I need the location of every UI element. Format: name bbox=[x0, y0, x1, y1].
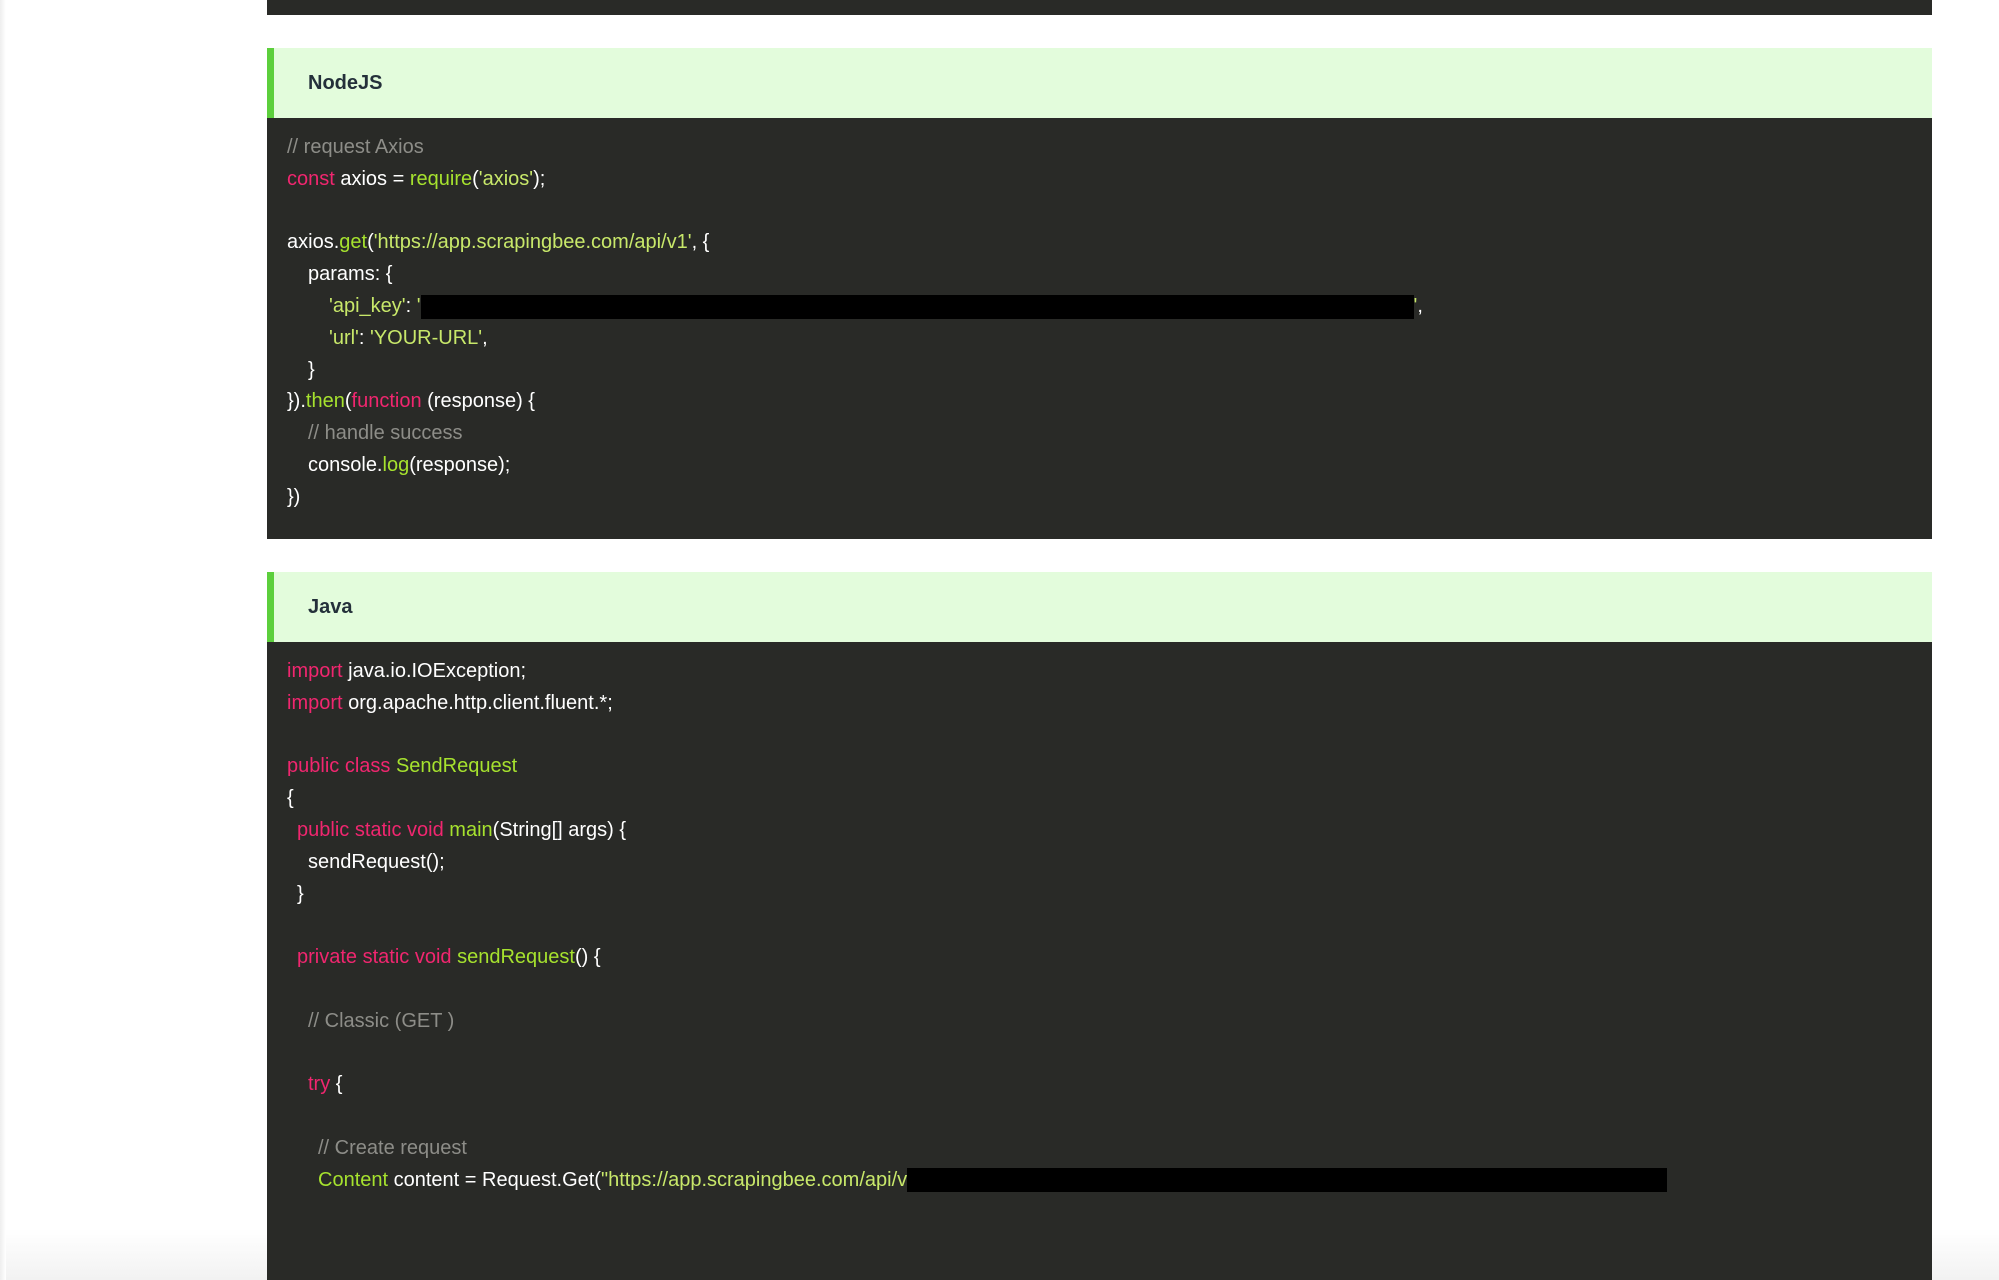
code-line: public static void main(String[] args) { bbox=[287, 815, 1932, 847]
code-function: SendRequest bbox=[390, 755, 518, 778]
code-function: require bbox=[409, 167, 473, 190]
code-text: (String[] args) { bbox=[492, 818, 627, 841]
code-function: main bbox=[443, 818, 493, 841]
code-function: log bbox=[382, 453, 410, 476]
code-text: , { bbox=[691, 231, 710, 254]
code-line: try { bbox=[287, 1069, 1932, 1101]
code-text: ( bbox=[344, 390, 352, 413]
code-text: axios. bbox=[287, 231, 340, 254]
code-text: java.io.IOException; bbox=[342, 660, 527, 682]
code-line: import java.io.IOException; bbox=[287, 656, 1932, 688]
nodejs-block-title: NodeJS bbox=[308, 72, 383, 94]
code-keyword: function bbox=[351, 390, 422, 413]
previous-code-block-bottom bbox=[267, 0, 1932, 15]
code-line: Content content = Request.Get("https://a… bbox=[287, 1165, 1932, 1197]
code-string: 'url' bbox=[329, 326, 359, 349]
code-function: Content bbox=[318, 1168, 389, 1191]
code-text: : bbox=[405, 294, 417, 317]
java-block-title: Java bbox=[308, 596, 353, 618]
code-function: get bbox=[339, 231, 368, 254]
code-text: { bbox=[330, 1073, 343, 1096]
code-string: "https://app.scrapingbee.com/api/v bbox=[600, 1168, 908, 1191]
code-text: ( bbox=[367, 231, 374, 254]
code-comment: // Classic (GET ) bbox=[308, 1009, 455, 1032]
code-text: sendRequest(); bbox=[308, 850, 445, 873]
left-edge-shadow bbox=[0, 0, 6, 1280]
code-line: 'url': 'YOUR-URL', bbox=[287, 323, 1932, 355]
code-text: console. bbox=[308, 453, 383, 476]
code-text: } bbox=[297, 882, 304, 905]
code-text: , bbox=[482, 326, 488, 349]
nodejs-code-block[interactable]: // request Axios const axios = require('… bbox=[267, 118, 1932, 539]
code-keyword: private static void bbox=[297, 946, 452, 969]
code-keyword: const bbox=[287, 167, 335, 190]
code-text: } bbox=[308, 358, 315, 381]
code-line: // Create request bbox=[287, 1133, 1932, 1165]
code-line: }).then(function (response) { bbox=[287, 386, 1932, 418]
code-comment: // request Axios bbox=[287, 136, 424, 158]
code-function: sendRequest bbox=[451, 946, 575, 969]
code-line: 'api_key': ' ', bbox=[287, 291, 1932, 323]
code-line: // handle success bbox=[287, 418, 1932, 450]
code-text: () { bbox=[574, 946, 601, 969]
code-line: } bbox=[287, 355, 1932, 387]
code-string: 'api_key' bbox=[329, 294, 406, 317]
code-line: params: { bbox=[287, 259, 1932, 291]
code-text: content = Request.Get( bbox=[388, 1168, 601, 1191]
code-comment: // Create request bbox=[318, 1136, 467, 1159]
code-text: org.apache.http.client.fluent.*; bbox=[342, 691, 613, 714]
code-line: // request Axios bbox=[287, 132, 1932, 164]
code-line: } bbox=[287, 879, 1932, 911]
code-line: { bbox=[287, 783, 1932, 815]
code-line: private static void sendRequest() { bbox=[287, 942, 1932, 974]
code-line: public class SendRequest bbox=[287, 751, 1932, 783]
redacted-api-key bbox=[420, 294, 1414, 319]
code-string: 'YOUR-URL' bbox=[370, 326, 483, 349]
code-line: // Classic (GET ) bbox=[287, 1006, 1932, 1038]
code-line: const axios = require('axios'); bbox=[287, 164, 1932, 196]
code-function: then bbox=[305, 390, 345, 413]
code-text: }). bbox=[287, 390, 306, 413]
code-text: (response); bbox=[409, 453, 511, 476]
code-line: axios.get('https://app.scrapingbee.com/a… bbox=[287, 227, 1932, 259]
redacted-url bbox=[907, 1168, 1668, 1193]
code-text: params: { bbox=[308, 263, 393, 286]
code-line: }) bbox=[287, 482, 1932, 514]
code-text: : bbox=[358, 326, 370, 349]
code-keyword: public static void bbox=[297, 818, 444, 841]
nodejs-block-header: NodeJS bbox=[267, 48, 1932, 118]
code-text: ( bbox=[472, 167, 479, 190]
java-block-header: Java bbox=[267, 572, 1932, 642]
code-line: console.log(response); bbox=[287, 450, 1932, 482]
code-line: import org.apache.http.client.fluent.*; bbox=[287, 688, 1932, 720]
page: NodeJS // request Axios const axios = re… bbox=[0, 0, 1999, 1280]
code-text: }) bbox=[287, 485, 301, 508]
code-text: { bbox=[287, 787, 294, 810]
code-keyword: public class bbox=[287, 755, 391, 778]
code-keyword: import bbox=[287, 660, 343, 682]
code-text: , bbox=[1417, 294, 1423, 317]
code-keyword: try bbox=[308, 1073, 331, 1096]
code-line: sendRequest(); bbox=[287, 847, 1932, 879]
java-code-block[interactable]: import java.io.IOException; import org.a… bbox=[267, 642, 1932, 1280]
code-text: ); bbox=[533, 167, 546, 190]
code-keyword: import bbox=[287, 691, 343, 714]
code-comment: // handle success bbox=[308, 422, 463, 445]
code-string: 'axios' bbox=[478, 167, 534, 190]
code-string: 'https://app.scrapingbee.com/api/v1' bbox=[373, 231, 692, 254]
code-text: axios = bbox=[334, 167, 410, 190]
code-text: (response) { bbox=[421, 390, 535, 413]
